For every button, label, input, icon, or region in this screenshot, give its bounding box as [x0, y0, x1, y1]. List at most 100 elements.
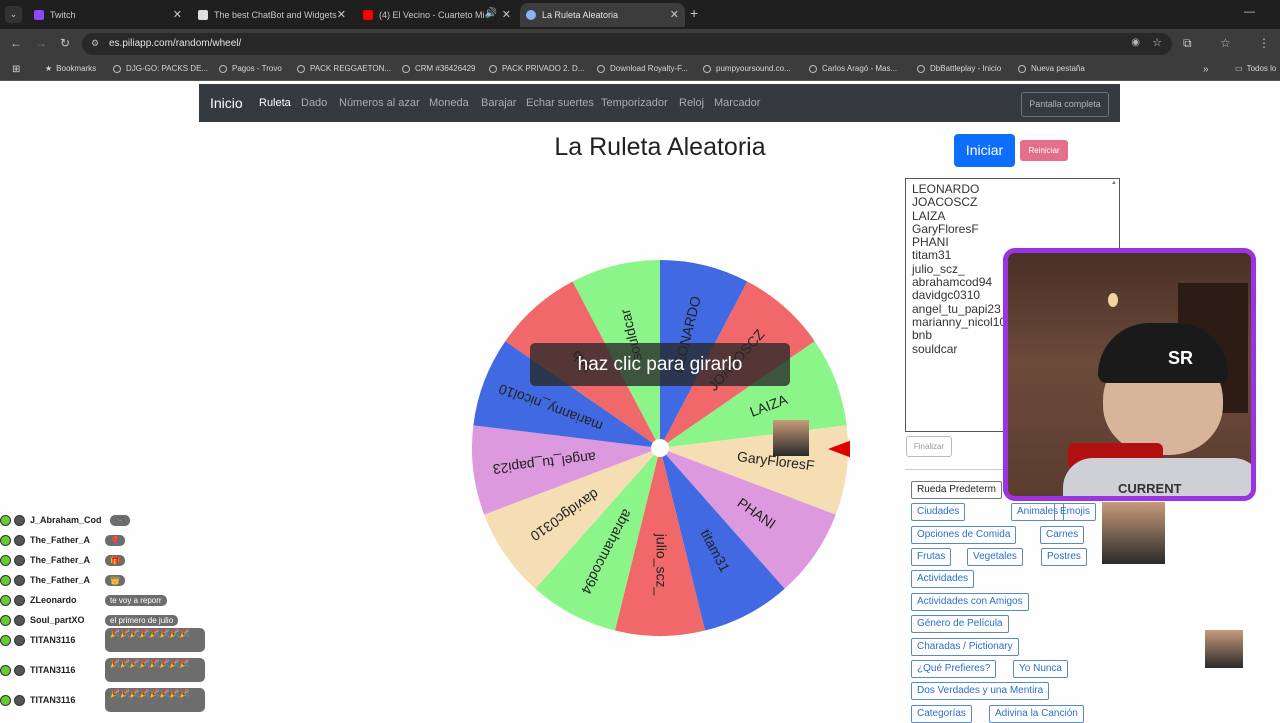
- chat-message: 🎮: [110, 514, 130, 526]
- bookmark-item[interactable]: Pagos - Trovo: [219, 64, 282, 73]
- chevron-right-icon[interactable]: »: [1203, 64, 1209, 75]
- nav-item-numeros[interactable]: Números al azar: [339, 97, 420, 109]
- close-icon[interactable]: ✕: [173, 8, 182, 21]
- extensions-icon[interactable]: ⧉: [1183, 36, 1192, 51]
- chat-row: Soul_partXO el primero de julio: [0, 612, 179, 628]
- nav-brand[interactable]: Inicio: [210, 95, 243, 111]
- bookmark-item[interactable]: DJG-GO: PACKS DE...: [113, 64, 208, 73]
- bookmark-item[interactable]: ★ Bookmarks: [45, 64, 96, 73]
- badge-icon: [0, 554, 11, 566]
- minimize-icon[interactable]: —: [1244, 6, 1255, 18]
- badge-icon: [0, 664, 11, 676]
- preset-actividades[interactable]: Actividades: [911, 570, 975, 588]
- preset-que-prefieres[interactable]: ¿Qué Prefieres?: [911, 660, 997, 678]
- shirt-text: CURRENT: [1118, 481, 1182, 496]
- preset-ciudades[interactable]: Ciudades: [911, 503, 966, 521]
- address-input[interactable]: ⚙ es.piliapp.com/random/wheel/ ◉ ☆: [82, 33, 1172, 55]
- globe-icon: [402, 64, 410, 73]
- preset-frutas[interactable]: Frutas: [911, 548, 952, 566]
- badge-icon: [14, 664, 25, 676]
- menu-icon[interactable]: ⋮: [1258, 36, 1270, 50]
- chat-message: 🎁: [105, 554, 125, 566]
- preset-emojis[interactable]: Emojis: [1054, 503, 1097, 521]
- badge-icon: [0, 614, 11, 626]
- bookmark-item[interactable]: Download Royalty-F...: [597, 64, 688, 73]
- forward-icon[interactable]: →: [35, 36, 47, 50]
- nav-item-echar-suertes[interactable]: Echar suertes: [526, 97, 594, 109]
- eye-off-icon[interactable]: ◉: [1131, 37, 1140, 48]
- apps-icon[interactable]: ⊞: [12, 64, 20, 75]
- bookmark-item[interactable]: PACK PRIVADO 2. D...: [489, 64, 584, 73]
- bookmark-item[interactable]: Nueva pestaña: [1018, 64, 1085, 73]
- bookmark-item[interactable]: PACK REGGAETON...: [297, 64, 391, 73]
- emote-sticker: [1102, 502, 1165, 564]
- back-icon[interactable]: ←: [10, 36, 22, 50]
- bookmarks-icon[interactable]: ☆: [1220, 36, 1231, 50]
- cap-logo: SR: [1168, 348, 1194, 368]
- tab-search-button[interactable]: ⌄: [5, 6, 22, 23]
- reset-button[interactable]: Reiniciar: [1020, 140, 1068, 161]
- bookmark-item[interactable]: Carlos Aragó - Mas...: [809, 64, 897, 73]
- nav-item-moneda[interactable]: Moneda: [429, 97, 469, 109]
- preset-yo-nunca[interactable]: Yo Nunca: [1013, 660, 1068, 678]
- start-button[interactable]: Iniciar: [954, 134, 1015, 167]
- badge-icon: [0, 694, 11, 706]
- speaker-icon[interactable]: 🔊: [485, 8, 497, 19]
- nav-item-ruleta[interactable]: Ruleta: [259, 97, 291, 109]
- globe-icon: [489, 64, 497, 73]
- preset-charadas[interactable]: Charadas / Pictionary: [911, 638, 1019, 656]
- emote-sticker: [773, 420, 809, 456]
- bookmark-item[interactable]: pumpyoursound.co...: [703, 64, 791, 73]
- finish-button[interactable]: Finalizar: [906, 436, 952, 457]
- tab-twitch[interactable]: Twitch ✕: [28, 3, 188, 27]
- close-icon[interactable]: ✕: [502, 8, 511, 21]
- nav-item-temporizador[interactable]: Temporizador: [601, 97, 668, 109]
- badge-icon: [14, 534, 25, 546]
- close-icon[interactable]: ✕: [337, 8, 346, 21]
- chat-username: The_Father_A: [30, 555, 91, 565]
- globe-icon: [113, 64, 121, 73]
- badge-icon: [14, 694, 25, 706]
- preset-carnes[interactable]: Carnes: [1040, 526, 1085, 544]
- tab-ruleta[interactable]: La Ruleta Aleatoria ✕: [520, 3, 685, 27]
- globe-icon: [917, 64, 925, 73]
- all-bookmarks[interactable]: ▭ Todos lo: [1235, 64, 1276, 73]
- nav-item-marcador[interactable]: Marcador: [714, 97, 760, 109]
- badge-icon: [0, 514, 11, 526]
- new-tab-button[interactable]: +: [690, 5, 698, 21]
- scrollbar-up-icon[interactable]: ▲: [1111, 180, 1117, 186]
- chat-row: TITAN3116 🎉🎉🎉🎉🎉🎉🎉🎉: [0, 658, 205, 682]
- star-icon[interactable]: ☆: [1152, 36, 1162, 49]
- preset-genero-pelicula[interactable]: Género de Película: [911, 615, 1009, 633]
- star-icon: ★: [45, 64, 53, 73]
- preset-default-wheel[interactable]: Rueda Predeterm: [911, 481, 1002, 499]
- preset-adivina-cancion[interactable]: Adivina la Canción: [989, 705, 1084, 723]
- emote-sticker: [1205, 630, 1243, 668]
- preset-vegetales[interactable]: Vegetales: [967, 548, 1023, 566]
- nav-item-reloj[interactable]: Reloj: [679, 97, 704, 109]
- bookmark-item[interactable]: CRM #36426429: [402, 64, 475, 73]
- browser-tab-strip: ⌄ Twitch ✕ The best ChatBot and Widgets …: [0, 0, 1280, 29]
- chat-username: The_Father_A: [30, 535, 91, 545]
- preset-actividades-amigos[interactable]: Actividades con Amigos: [911, 593, 1029, 611]
- shield-icon: [198, 10, 208, 20]
- close-icon[interactable]: ✕: [670, 8, 679, 21]
- fullscreen-button[interactable]: Pantalla completa: [1021, 92, 1109, 117]
- preset-categorias[interactable]: Categorías: [911, 705, 972, 723]
- tab-youtube[interactable]: (4) El Vecino - Cuarteto Mi 🔊 ✕: [357, 3, 517, 27]
- nav-item-barajar[interactable]: Barajar: [481, 97, 516, 109]
- folder-icon: ▭: [1235, 64, 1243, 73]
- bookmark-item[interactable]: DbBattleplay - Inicio: [917, 64, 1001, 73]
- chat-row: The_Father_A 👑: [0, 572, 125, 588]
- reload-icon[interactable]: ↻: [60, 36, 70, 50]
- preset-postres[interactable]: Postres: [1041, 548, 1087, 566]
- nav-item-dado[interactable]: Dado: [301, 97, 327, 109]
- site-info-icon[interactable]: ⚙: [91, 38, 99, 49]
- click-to-spin-hint[interactable]: haz clic para girarlo: [530, 343, 790, 386]
- tab-chatbot[interactable]: The best ChatBot and Widgets ✕: [192, 3, 352, 27]
- badge-icon: [14, 574, 25, 586]
- globe-icon: [597, 64, 605, 73]
- preset-dos-verdades[interactable]: Dos Verdades y una Mentira: [911, 682, 1050, 700]
- chat-message: el primero de julio: [105, 614, 179, 626]
- preset-opciones-comida[interactable]: Opciones de Comida: [911, 526, 1017, 544]
